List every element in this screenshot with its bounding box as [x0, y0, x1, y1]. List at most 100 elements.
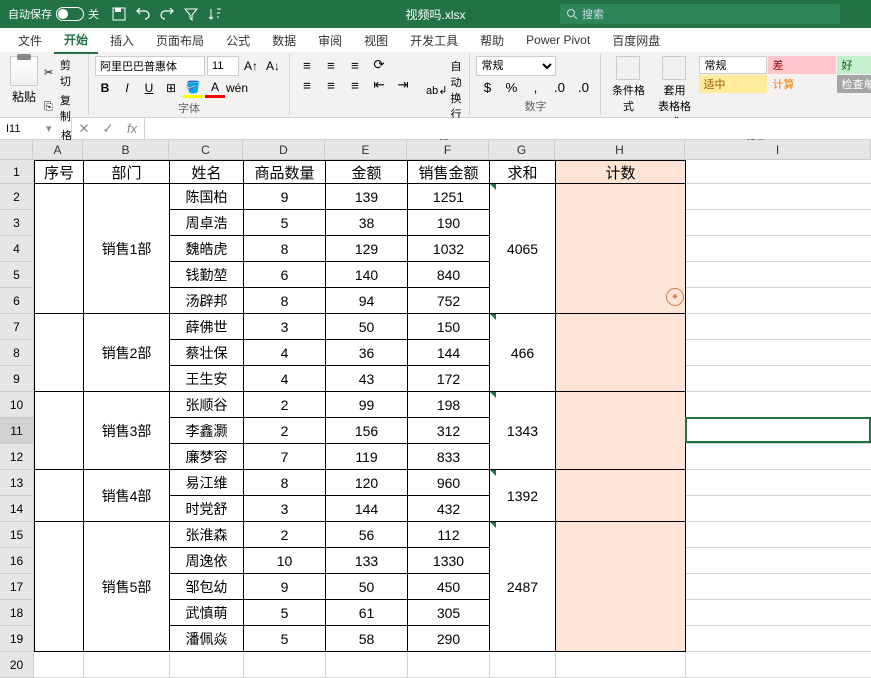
cell-amt[interactable]: 129	[326, 236, 408, 262]
style-bad[interactable]: 差	[768, 56, 836, 74]
cell-serial[interactable]	[34, 314, 84, 392]
cell-count[interactable]	[556, 522, 686, 652]
cell-amt[interactable]: 58	[326, 626, 408, 652]
cell-sales[interactable]: 305	[408, 600, 490, 626]
cell-name[interactable]: 邹包幼	[170, 574, 244, 600]
cell-empty[interactable]	[686, 626, 871, 652]
cell-name[interactable]: 易江维	[170, 470, 244, 496]
cell-qty[interactable]: 5	[244, 600, 326, 626]
font-color-button[interactable]: A	[205, 78, 225, 98]
cell-serial[interactable]	[34, 392, 84, 470]
phonetic-button[interactable]: wén	[227, 78, 247, 98]
cells-area[interactable]: 序号部门姓名商品数量金额销售金额求和计数销售1部销售2部销售3部销售4部销售5部…	[34, 160, 871, 678]
row-header-11[interactable]: 11	[0, 418, 34, 444]
cell-empty[interactable]	[34, 652, 84, 678]
undo-icon[interactable]	[135, 6, 151, 22]
cell-amt[interactable]: 43	[326, 366, 408, 392]
align-top-button[interactable]: ≡	[296, 56, 318, 74]
underline-button[interactable]: U	[139, 78, 159, 98]
search-box[interactable]: 搜索	[560, 4, 840, 24]
cell-amt[interactable]: 36	[326, 340, 408, 366]
cell-empty[interactable]	[244, 652, 326, 678]
cell-qty[interactable]: 2	[244, 418, 326, 444]
cell-name[interactable]: 陈国柏	[170, 184, 244, 210]
col-header-D[interactable]: D	[243, 140, 325, 160]
row-header-16[interactable]: 16	[0, 548, 34, 574]
cell-amt[interactable]: 61	[326, 600, 408, 626]
wrap-text-button[interactable]: ab↲自动换行	[424, 56, 463, 124]
tab-开始[interactable]: 开始	[54, 27, 98, 54]
cell-empty[interactable]	[686, 496, 871, 522]
tab-数据[interactable]: 数据	[262, 28, 306, 53]
cell-name[interactable]: 时党舒	[170, 496, 244, 522]
increase-decimal-button[interactable]: .0	[548, 78, 570, 96]
header-4[interactable]: 金额	[326, 160, 408, 184]
row-header-10[interactable]: 10	[0, 392, 34, 418]
decrease-decimal-button[interactable]: .0	[572, 78, 594, 96]
cell-sum[interactable]: 4065	[490, 184, 556, 314]
cell-qty[interactable]: 5	[244, 210, 326, 236]
cell-sales[interactable]: 1032	[408, 236, 490, 262]
header-5[interactable]: 销售金额	[408, 160, 490, 184]
spreadsheet-grid[interactable]: ABCDEFGHI 123456789101112131415161718192…	[0, 140, 871, 678]
col-header-F[interactable]: F	[407, 140, 489, 160]
cell-amt[interactable]: 50	[326, 574, 408, 600]
name-box[interactable]: ▾	[0, 118, 72, 139]
cell-name[interactable]: 蔡壮保	[170, 340, 244, 366]
row-header-9[interactable]: 9	[0, 366, 34, 392]
tab-文件[interactable]: 文件	[8, 28, 52, 53]
cell-qty[interactable]: 8	[244, 236, 326, 262]
cell-count[interactable]	[556, 184, 686, 314]
redo-icon[interactable]	[159, 6, 175, 22]
font-size-select[interactable]	[207, 56, 239, 76]
cell-sum[interactable]: 466	[490, 314, 556, 392]
cell-name[interactable]: 钱勤堃	[170, 262, 244, 288]
cell-qty[interactable]: 3	[244, 314, 326, 340]
paste-button[interactable]: 粘贴	[10, 56, 38, 105]
cell-name[interactable]: 张顺谷	[170, 392, 244, 418]
formula-input[interactable]	[145, 118, 871, 139]
style-neutral[interactable]: 适中	[699, 75, 767, 93]
tab-Power Pivot[interactable]: Power Pivot	[516, 29, 600, 51]
cell-qty[interactable]: 2	[244, 392, 326, 418]
cell-empty[interactable]	[686, 418, 871, 444]
header-0[interactable]: 序号	[34, 160, 84, 184]
name-box-input[interactable]	[6, 123, 46, 135]
cell-empty[interactable]	[686, 288, 871, 314]
cell-qty[interactable]: 6	[244, 262, 326, 288]
cell-dept[interactable]: 销售2部	[84, 314, 170, 392]
cell-amt[interactable]: 94	[326, 288, 408, 314]
decrease-indent-button[interactable]: ⇤	[368, 76, 390, 94]
cell-sales[interactable]: 112	[408, 522, 490, 548]
cell-sales[interactable]: 1251	[408, 184, 490, 210]
tab-插入[interactable]: 插入	[100, 28, 144, 53]
header-3[interactable]: 商品数量	[244, 160, 326, 184]
cell-count[interactable]	[556, 470, 686, 522]
tab-页面布局[interactable]: 页面布局	[146, 28, 214, 53]
cell-name[interactable]: 王生安	[170, 366, 244, 392]
cell-count[interactable]	[556, 392, 686, 470]
row-header-13[interactable]: 13	[0, 470, 34, 496]
cell-amt[interactable]: 140	[326, 262, 408, 288]
cell-empty[interactable]	[686, 262, 871, 288]
col-header-B[interactable]: B	[83, 140, 169, 160]
cell-empty[interactable]	[686, 574, 871, 600]
cell-empty[interactable]	[686, 314, 871, 340]
row-header-7[interactable]: 7	[0, 314, 34, 340]
cell-name[interactable]: 周卓浩	[170, 210, 244, 236]
style-calculation[interactable]: 计算	[768, 75, 836, 93]
cell-qty[interactable]: 8	[244, 288, 326, 314]
cell-qty[interactable]: 4	[244, 340, 326, 366]
row-header-20[interactable]: 20	[0, 652, 34, 678]
cell-name[interactable]: 薛佛世	[170, 314, 244, 340]
currency-button[interactable]: $	[476, 78, 498, 96]
align-middle-button[interactable]: ≡	[320, 56, 342, 74]
tab-视图[interactable]: 视图	[354, 28, 398, 53]
increase-font-button[interactable]: A↑	[241, 56, 261, 76]
row-header-12[interactable]: 12	[0, 444, 34, 470]
accept-formula-button[interactable]: ✓	[96, 118, 120, 139]
cell-amt[interactable]: 119	[326, 444, 408, 470]
style-check[interactable]: 检查单元格	[837, 75, 871, 93]
cell-sales[interactable]: 833	[408, 444, 490, 470]
cancel-formula-button[interactable]: ✕	[72, 118, 96, 139]
